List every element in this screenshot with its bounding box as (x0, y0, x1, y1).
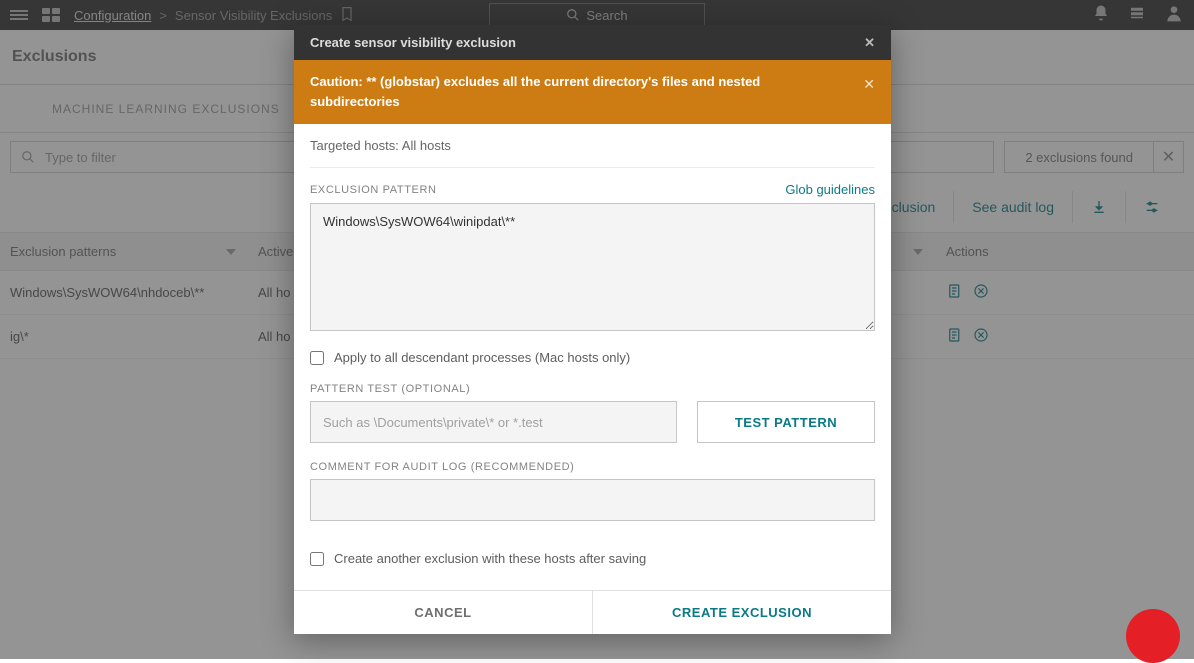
modal-title: Create sensor visibility exclusion (310, 35, 516, 50)
close-icon[interactable]: ✕ (864, 35, 875, 51)
modal-title-bar: Create sensor visibility exclusion ✕ (294, 25, 891, 60)
exclusion-pattern-input[interactable] (310, 203, 875, 331)
pattern-test-input[interactable] (310, 401, 677, 443)
modal-footer: CANCEL CREATE EXCLUSION (294, 590, 891, 634)
comment-input[interactable] (310, 479, 875, 521)
cancel-button[interactable]: CANCEL (294, 591, 593, 634)
apply-descendant-check[interactable]: Apply to all descendant processes (Mac h… (310, 350, 875, 365)
fab-button[interactable] (1126, 609, 1180, 663)
targeted-hosts: Targeted hosts: All hosts (310, 136, 875, 168)
create-another-label: Create another exclusion with these host… (334, 551, 646, 566)
dismiss-caution-icon[interactable]: ✕ (863, 74, 875, 96)
comment-label: COMMENT FOR AUDIT LOG (RECOMMENDED) (310, 461, 875, 473)
test-pattern-button[interactable]: TEST PATTERN (697, 401, 875, 443)
caution-banner: Caution: ** (globstar) excludes all the … (294, 60, 891, 124)
apply-descendant-checkbox[interactable] (310, 351, 324, 365)
create-exclusion-modal: Create sensor visibility exclusion ✕ Cau… (294, 25, 891, 634)
apply-descendant-label: Apply to all descendant processes (Mac h… (334, 350, 630, 365)
pattern-label: EXCLUSION PATTERN (310, 184, 437, 196)
pattern-test-label: PATTERN TEST (OPTIONAL) (310, 383, 875, 395)
create-another-check[interactable]: Create another exclusion with these host… (310, 551, 875, 566)
create-another-checkbox[interactable] (310, 552, 324, 566)
caution-text: Caution: ** (globstar) excludes all the … (310, 74, 760, 109)
glob-guidelines-link[interactable]: Glob guidelines (785, 182, 875, 197)
create-exclusion-button[interactable]: CREATE EXCLUSION (593, 591, 891, 634)
